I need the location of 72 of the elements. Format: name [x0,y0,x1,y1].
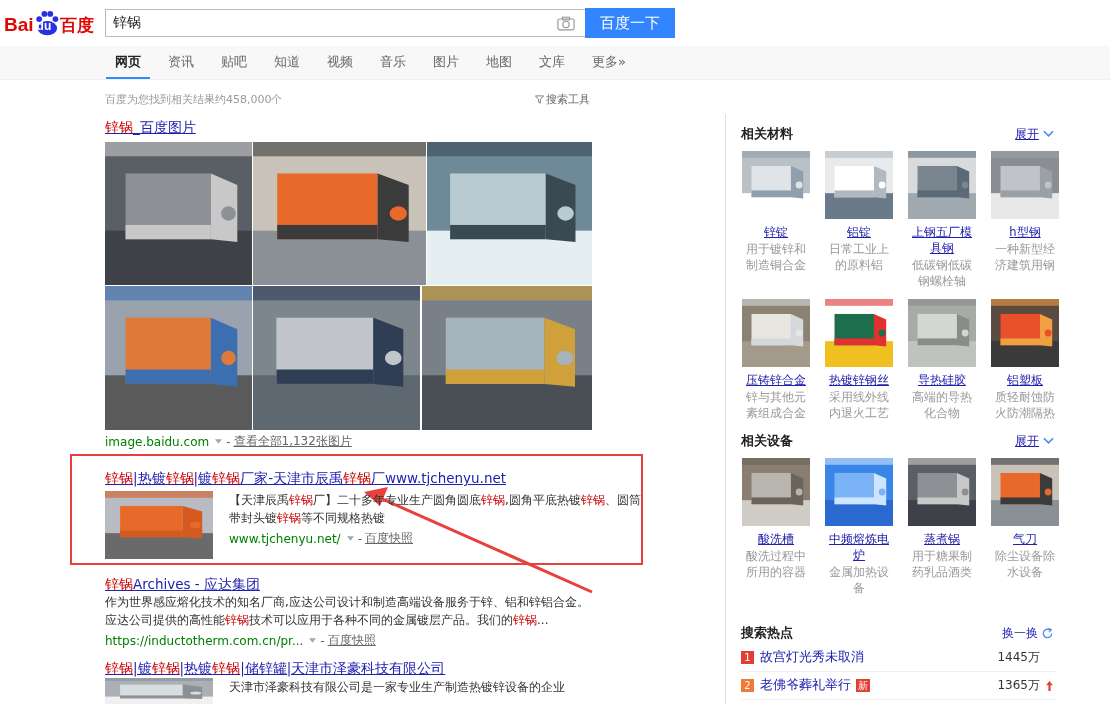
nav-tab[interactable]: 音乐 [371,46,415,79]
nav-tab[interactable]: 视频 [318,46,362,79]
search-button[interactable]: 百度一下 [585,8,675,38]
nav-tab[interactable]: 地图 [477,46,521,79]
nav-tab[interactable]: 知道 [265,46,309,79]
expand-link[interactable]: 展开 [1015,125,1039,143]
result-url: https://inductotherm.com.cn/pr... [105,633,304,648]
caret-icon[interactable] [215,439,223,444]
item-link[interactable]: 热镀锌钢丝 [829,372,889,388]
expand-link[interactable]: 展开 [1015,432,1039,450]
result-url: www.tjchenyu.net/ [229,531,341,546]
item-link[interactable]: 铝塑板 [1007,372,1043,388]
item-description: 金属加热设备 [828,564,890,596]
item-link[interactable]: h型钢 [1009,224,1041,240]
search-field[interactable]: 锌锅 [105,9,585,37]
item-description: 高端的导热化合物 [911,389,973,421]
item-link[interactable]: 导热硅胶 [918,372,966,388]
item-link[interactable]: 压铸锌合金 [746,372,806,388]
item-link[interactable]: 锌锭 [764,224,788,240]
trending-link[interactable]: 老佛爷葬礼举行 [760,677,851,694]
nav-tab[interactable]: 文库 [530,46,574,79]
chevron-down-icon[interactable] [1043,130,1054,138]
new-badge: 新 [856,679,870,692]
result-url: image.baidu.com [105,434,210,449]
refresh-icon[interactable] [1041,626,1054,640]
result-snippet: 作为世界感应熔化技术的知名厂商,应达公司设计和制造高端设备服务于锌、铝和锌铝合金。应达公司提供的高性能锌锅技术可以应用于各种不同的金属镀层产品。我们的锌锅... [105,594,590,629]
separator-text: - [226,434,231,449]
item-description: 用于糖果制药乳品酒类 [911,548,973,580]
item-link[interactable]: 上钢五厂模具钢 [907,224,977,256]
item-description: 用于镀锌和制造铜合金 [745,241,807,273]
view-all-link[interactable]: 查看全部1,132张图片 [233,433,352,450]
result-snippet: 天津市泽豪科技有限公司是一家专业生产制造热镀锌设备的企业 [229,679,566,696]
separator-text: - [320,633,325,648]
cache-link[interactable]: 百度快照 [365,530,413,547]
section-title: 相关材料 [741,125,794,143]
item-description: 除尘设备除水设备 [994,548,1056,580]
item-description: 日常工业上的原料铝 [828,241,890,273]
item-description: 一种新型经济建筑用钢 [994,241,1056,273]
search-count: 1445万 [997,649,1040,666]
search-tools-button[interactable]: 搜索工具 [535,91,590,107]
section-title: 搜索热点 [741,624,794,642]
item-link[interactable]: 酸洗槽 [758,531,794,547]
item-description: 采用线外线内退火工艺 [828,389,890,421]
camera-icon[interactable] [557,16,575,31]
caret-icon[interactable] [309,638,317,643]
item-description: 酸洗过程中所用的容器 [745,548,807,580]
item-link[interactable]: 中频熔炼电炉 [824,531,894,563]
item-link[interactable]: 气刀 [1013,531,1037,547]
caret-icon[interactable] [346,536,354,541]
item-description: 质轻耐蚀防火防潮隔热 [994,389,1056,421]
result-title-link[interactable]: 锌锅Archives - 应达集团 [105,576,260,592]
result-title-link[interactable]: 锌锅_百度图片 [105,119,196,135]
item-link[interactable]: 蒸煮锅 [924,531,960,547]
rank-badge: 1 [741,651,754,664]
nav-tab[interactable]: 图片 [424,46,468,79]
trending-link[interactable]: 故宫灯光秀未取消 [760,649,864,666]
item-description: 锌与其他元素组成合金 [745,389,807,421]
nav-tab[interactable]: 资讯 [159,46,203,79]
chevron-down-icon[interactable] [1043,437,1054,445]
filter-icon [535,94,544,104]
separator-text: - [357,531,362,546]
item-description: 低碳钢低碳钢螺栓轴 [911,257,973,289]
refresh-link[interactable]: 换一换 [1002,624,1038,642]
result-count: 百度为您找到相关结果约458,000个 [105,91,283,107]
section-title: 相关设备 [741,432,794,450]
rank-badge: 2 [741,679,754,692]
nav-tab[interactable]: 网页 [106,46,150,79]
item-link[interactable]: 铝锭 [847,224,871,240]
cache-link[interactable]: 百度快照 [327,632,376,649]
nav-tab[interactable]: 更多» [583,46,635,79]
search-count: 1365万 [997,677,1040,694]
nav-tab[interactable]: 贴吧 [212,46,256,79]
